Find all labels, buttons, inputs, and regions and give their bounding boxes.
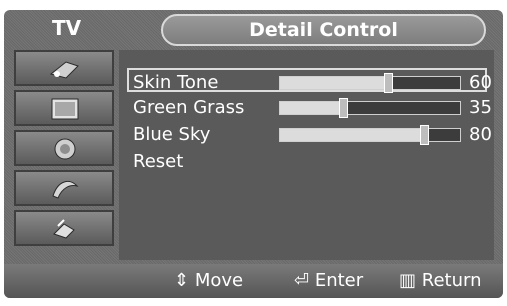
setting-label: Skin Tone	[133, 72, 219, 93]
picture-icon	[51, 98, 79, 120]
tv-osd: TV Detail Control Skin Tone 60 Green Gra…	[0, 0, 507, 306]
setting-slider[interactable]	[279, 98, 461, 118]
setup-icon	[53, 219, 75, 239]
setting-slider[interactable]	[279, 73, 461, 93]
setting-row-blue-sky[interactable]: Blue Sky 80	[129, 122, 492, 146]
sidebar-item-channel[interactable]	[14, 170, 114, 206]
setting-row-skin-tone[interactable]: Skin Tone 60	[127, 68, 492, 93]
input-icon	[49, 61, 79, 79]
tv-label: TV	[52, 16, 82, 40]
slider-fill	[280, 102, 343, 114]
sidebar-item-input[interactable]	[14, 50, 114, 86]
sound-icon	[54, 138, 76, 160]
footer-enter-label: Enter	[314, 270, 364, 291]
slider-thumb[interactable]	[339, 98, 348, 118]
channel-icon	[52, 180, 79, 199]
footer-move-label: Move	[194, 270, 244, 291]
setting-label: Blue Sky	[133, 124, 211, 145]
setting-row-green-grass[interactable]: Green Grass 35	[129, 95, 492, 119]
return-icon: ▥	[399, 270, 417, 291]
page-title: Detail Control	[249, 19, 398, 41]
setting-label: Green Grass	[133, 97, 245, 118]
tv-menu-frame: TV Detail Control Skin Tone 60 Green Gra…	[4, 10, 503, 298]
up-down-arrows-icon: ⇕	[174, 270, 190, 291]
sidebar-item-setup[interactable]	[14, 210, 114, 246]
footer-enter: ⏎ Enter	[294, 270, 363, 291]
enter-icon: ⏎	[294, 270, 310, 291]
setting-row-reset[interactable]: Reset	[129, 149, 489, 173]
slider-thumb[interactable]	[420, 125, 429, 145]
title-bar: Detail Control	[161, 14, 486, 46]
setting-value: 80	[469, 124, 492, 145]
slider-fill	[280, 129, 424, 141]
footer-move: ⇕ Move	[174, 270, 243, 291]
footer-bar: ⇕ Move ⏎ Enter ▥ Return	[4, 264, 503, 298]
setting-value: 35	[469, 97, 492, 118]
slider-fill	[280, 77, 388, 89]
slider-thumb[interactable]	[384, 73, 393, 93]
setting-label: Reset	[133, 151, 184, 172]
sidebar	[14, 50, 114, 255]
sidebar-item-sound[interactable]	[14, 130, 114, 166]
footer-return-label: Return	[421, 270, 482, 291]
sidebar-item-picture[interactable]	[14, 90, 114, 126]
setting-slider[interactable]	[279, 125, 461, 145]
setting-value: 60	[469, 72, 492, 93]
footer-return: ▥ Return	[399, 270, 481, 291]
detail-control-panel: Skin Tone 60 Green Grass 35 Blue Sky 80 Reset	[119, 50, 494, 260]
